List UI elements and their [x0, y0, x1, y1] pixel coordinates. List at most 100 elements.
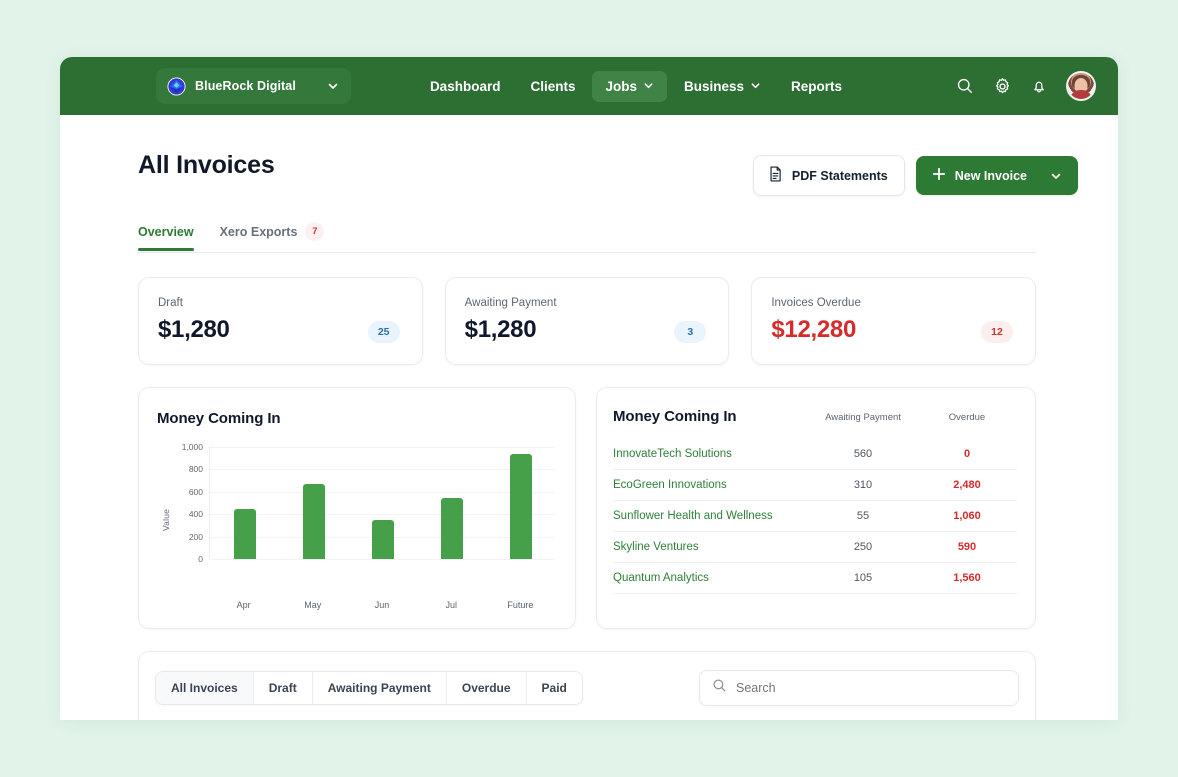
money-coming-in-chart-panel: Money Coming In Value 0 200 400 600 800 1,000…	[138, 387, 576, 629]
chevron-down-icon	[643, 79, 654, 94]
nav-item-jobs[interactable]: Jobs	[592, 70, 667, 102]
panels-row: Money Coming In Value 0 200 400 600 800 1,000…	[138, 387, 1036, 629]
bar-chart: Value 0 200 400 600 800 1,000	[157, 442, 555, 592]
money-table-row[interactable]: Quantum Analytics 105 1,560	[613, 563, 1017, 594]
money-coming-in-table-panel: Money Coming In Awaiting Payment Overdue…	[596, 387, 1036, 629]
overdue-value: 1,060	[953, 510, 981, 522]
nav-label: Clients	[530, 78, 576, 94]
main-content: All Invoices PDF Statements New Invoice …	[60, 115, 1118, 720]
invoices-table-card: All Invoices Draft Awaiting Payment Overdue…	[138, 651, 1036, 720]
bar-slot	[486, 447, 555, 559]
top-navigation-bar: BlueRock Digital Dashboard Clients Jobs	[60, 57, 1118, 115]
search-icon[interactable]	[955, 76, 975, 96]
nav-label: Jobs	[605, 78, 637, 94]
nav-item-reports[interactable]: Reports	[778, 71, 855, 102]
bar-slot	[417, 447, 486, 559]
awaiting-payment-value: 105	[853, 572, 873, 584]
overdue-value: 590	[957, 541, 977, 553]
app-window: BlueRock Digital Dashboard Clients Jobs	[60, 57, 1118, 720]
x-axis-labels: Apr May Jun Jul Future	[209, 600, 555, 610]
plus-icon	[932, 167, 946, 184]
column-header-overdue: Overdue	[948, 412, 986, 423]
invoices-toolbar: All Invoices Draft Awaiting Payment Overdue…	[155, 670, 1019, 706]
money-table-title: Money Coming In	[613, 408, 737, 425]
y-tick-label: 200	[188, 531, 203, 542]
money-table-row[interactable]: EcoGreen Innovations 310 2,480	[613, 470, 1017, 501]
new-invoice-label: New Invoice	[954, 168, 1027, 183]
primary-nav: Dashboard Clients Jobs Business Reports	[417, 70, 855, 102]
chart-bars	[210, 447, 555, 559]
new-invoice-button[interactable]: New Invoice	[915, 156, 1078, 195]
tab-xero-exports[interactable]: Xero Exports 7	[220, 222, 325, 252]
column-header-awaiting-payment: Awaiting Payment	[825, 412, 901, 423]
bar-may[interactable]	[302, 483, 325, 559]
client-name-link[interactable]: Quantum Analytics	[613, 572, 809, 584]
pdf-statements-label: PDF Statements	[791, 168, 888, 183]
client-name-link[interactable]: Skyline Ventures	[613, 541, 809, 553]
bar-apr[interactable]	[233, 508, 256, 559]
nav-item-business[interactable]: Business	[671, 71, 774, 102]
gear-icon[interactable]	[992, 76, 1012, 96]
filter-paid[interactable]: Paid	[527, 672, 582, 704]
money-table-row[interactable]: Sunflower Health and Wellness 55 1,060	[613, 501, 1017, 532]
awaiting-payment-value: 310	[853, 479, 873, 491]
client-name-link[interactable]: InnovateTech Solutions	[613, 448, 809, 460]
header-actions: PDF Statements New Invoice	[752, 155, 1078, 196]
y-tick-label: 0	[198, 554, 203, 564]
bar-jul[interactable]	[440, 497, 463, 559]
client-name-link[interactable]: EcoGreen Innovations	[613, 479, 809, 491]
nav-item-clients[interactable]: Clients	[517, 71, 588, 102]
brand-name: BlueRock Digital	[195, 79, 296, 93]
y-tick-label: 800	[188, 464, 203, 475]
nav-label: Business	[683, 78, 745, 94]
x-tick-label: Jun	[374, 600, 390, 610]
search-icon	[712, 678, 727, 698]
filter-draft[interactable]: Draft	[254, 672, 313, 704]
y-axis-label: Value	[161, 508, 172, 531]
x-tick-label: Future	[507, 600, 534, 610]
tab-overview[interactable]: Overview	[138, 225, 194, 251]
stat-count-badge: 12	[981, 321, 1014, 343]
diamond-logo-icon	[166, 76, 186, 96]
bar-jun[interactable]	[371, 520, 394, 559]
brand-switcher[interactable]: BlueRock Digital	[156, 68, 351, 104]
chevron-down-icon[interactable]	[327, 80, 339, 92]
overdue-value: 0	[963, 448, 971, 460]
awaiting-payment-value: 55	[856, 510, 870, 522]
stat-value: $1,280	[464, 316, 537, 343]
stat-value: $12,280	[771, 316, 856, 343]
chart-title: Money Coming In	[157, 410, 281, 427]
pdf-statements-button[interactable]: PDF Statements	[752, 155, 905, 196]
invoice-filter-segments: All Invoices Draft Awaiting Payment Overdue…	[155, 671, 583, 705]
bar-slot	[210, 447, 279, 559]
stat-card-draft[interactable]: Draft $1,280 25	[138, 277, 423, 365]
search-box[interactable]	[699, 670, 1019, 706]
bar-slot	[348, 447, 417, 559]
client-name-link[interactable]: Sunflower Health and Wellness	[613, 510, 809, 522]
money-table-row[interactable]: Skyline Ventures 250 590	[613, 532, 1017, 563]
chart-plot-area	[209, 447, 555, 560]
awaiting-payment-value: 560	[853, 448, 873, 460]
overdue-value: 2,480	[953, 479, 981, 491]
filter-awaiting-payment[interactable]: Awaiting Payment	[313, 672, 447, 704]
stat-card-awaiting-payment[interactable]: Awaiting Payment $1,280 3	[444, 277, 730, 365]
stat-label: Draft	[158, 297, 183, 309]
money-table-row[interactable]: InnovateTech Solutions 560 0	[613, 439, 1017, 470]
search-input[interactable]	[736, 681, 1006, 695]
stat-label: Invoices Overdue	[771, 297, 861, 309]
bell-icon[interactable]	[1029, 76, 1049, 96]
nav-actions	[955, 57, 1096, 115]
nav-item-dashboard[interactable]: Dashboard	[417, 71, 514, 102]
page-background: BlueRock Digital Dashboard Clients Jobs	[0, 0, 1178, 777]
stat-count-badge: 3	[674, 321, 707, 343]
avatar[interactable]	[1066, 71, 1096, 101]
filter-all-invoices[interactable]: All Invoices	[156, 672, 254, 704]
bar-future[interactable]	[509, 453, 532, 559]
filter-overdue[interactable]: Overdue	[447, 672, 527, 704]
stat-card-invoices-overdue[interactable]: Invoices Overdue $12,280 12	[751, 277, 1037, 365]
awaiting-payment-value: 250	[853, 541, 873, 553]
chevron-down-icon[interactable]	[1050, 170, 1062, 182]
tab-bar: Overview Xero Exports 7	[138, 222, 1036, 253]
page-header: All Invoices PDF Statements New Invoice	[138, 151, 1078, 196]
avatar-body	[1070, 90, 1092, 99]
